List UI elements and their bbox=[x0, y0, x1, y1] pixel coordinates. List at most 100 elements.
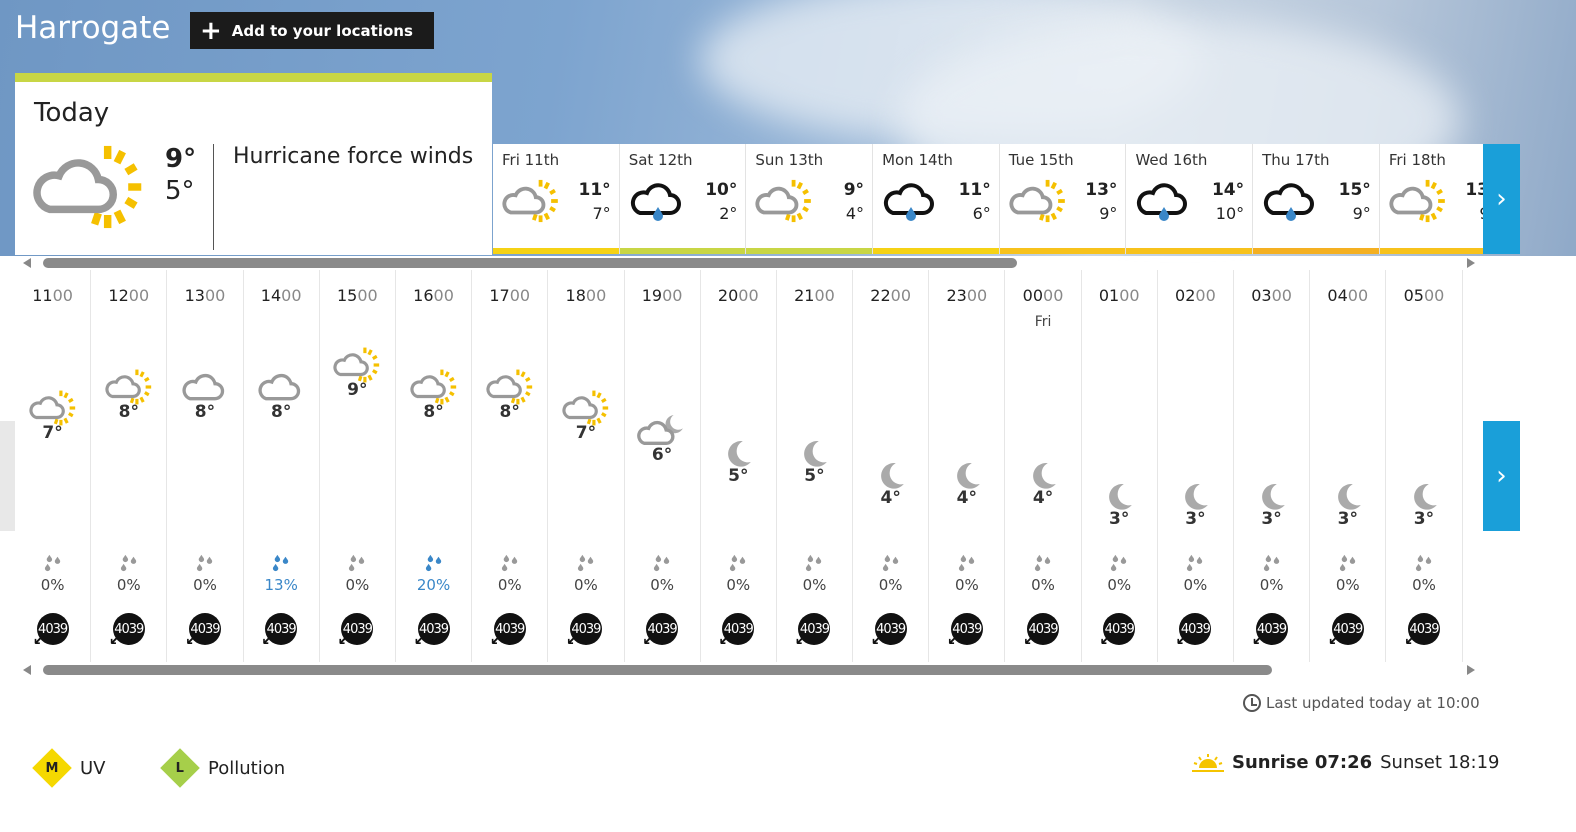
day-name: Thu 17th bbox=[1262, 151, 1330, 169]
days-scrollbar[interactable] bbox=[15, 256, 1483, 270]
hours-scrollbar[interactable] bbox=[15, 663, 1483, 677]
hour-time: 1800 bbox=[565, 286, 607, 305]
rain-chance: 0% bbox=[954, 576, 979, 594]
pollution-badge[interactable]: L Pollution bbox=[160, 748, 285, 788]
day-tab[interactable]: Sun 13th 9° 4° bbox=[746, 144, 874, 254]
hour-column[interactable]: 1100 7° 0% 4039 ↙ bbox=[15, 270, 92, 662]
raindrops-icon bbox=[1184, 554, 1206, 572]
next-days-button[interactable]: › bbox=[1483, 144, 1520, 254]
raindrops-icon bbox=[1108, 554, 1130, 572]
hour-column[interactable]: 1200 8° 0% 4039 ↙ bbox=[91, 270, 168, 662]
rain-cloud-icon bbox=[1134, 178, 1194, 224]
hour-column[interactable]: 2000 5° 0% 4039 ↙ bbox=[701, 270, 777, 662]
prev-hours-button[interactable] bbox=[0, 421, 15, 531]
hour-time: 1200 bbox=[108, 286, 150, 305]
hour-column[interactable]: 0300 3° 0% 4039 ↙ bbox=[1234, 270, 1311, 662]
day-color-bar bbox=[1379, 248, 1483, 254]
day-high: 11° bbox=[578, 180, 611, 200]
day-name: Fri 18th bbox=[1388, 151, 1446, 169]
day-low: 4° bbox=[845, 204, 865, 223]
hour-column[interactable]: 1700 8° 0% 4039 ↙ bbox=[472, 270, 549, 662]
scroll-left-icon[interactable] bbox=[23, 665, 31, 675]
hour-temp: 8° bbox=[499, 401, 520, 422]
day-tab[interactable]: Thu 17th 15° 9° bbox=[1253, 144, 1380, 254]
hour-column[interactable]: 1900 6° 0% 4039 ↙ bbox=[625, 270, 701, 662]
day-color-bar bbox=[999, 248, 1126, 254]
today-low: 5° bbox=[165, 176, 195, 206]
scroll-left-icon[interactable] bbox=[23, 258, 31, 268]
wind-direction-arrow-icon: ↙ bbox=[946, 630, 961, 649]
hour-temp: 5° bbox=[804, 466, 825, 486]
hour-column[interactable]: 1800 7° 0% 4039 ↙ bbox=[548, 270, 625, 662]
day-tab[interactable]: Fri 11th 11° 7° bbox=[493, 144, 620, 254]
day-name: Mon 14th bbox=[882, 151, 953, 169]
day-high: 14° bbox=[1211, 180, 1245, 200]
raindrops-icon bbox=[1261, 554, 1283, 572]
day-high: 9° bbox=[843, 180, 865, 200]
hour-column[interactable]: 1500 9° 0% 4039 ↙ bbox=[320, 270, 396, 662]
rain-chance: 0% bbox=[1107, 576, 1132, 594]
plus-icon: + bbox=[200, 15, 222, 46]
day-high: 13° bbox=[1085, 180, 1118, 200]
today-card[interactable]: Today 9° 5° Hurricane force winds bbox=[15, 73, 492, 255]
hour-time: 2300 bbox=[946, 286, 988, 305]
chevron-right-icon: › bbox=[1496, 184, 1507, 214]
scroll-thumb[interactable] bbox=[43, 665, 1272, 675]
hour-column[interactable]: 0100 3° 0% 4039 ↙ bbox=[1082, 270, 1158, 662]
hour-column[interactable]: 1600 8° 20% 4039 ↙ bbox=[396, 270, 473, 662]
raindrops-icon bbox=[1337, 554, 1359, 572]
day-tab[interactable]: Wed 16th 14° 10° bbox=[1126, 144, 1254, 254]
rain-chance: 0% bbox=[1031, 576, 1055, 594]
cloud-moon-icon bbox=[637, 411, 687, 449]
scroll-right-icon[interactable] bbox=[1467, 665, 1475, 675]
rain-chance: 0% bbox=[1259, 576, 1284, 594]
hour-column[interactable]: 0000 Fri 4° 0% 4039 ↙ bbox=[1005, 270, 1082, 662]
sun-cloud-icon bbox=[104, 368, 154, 406]
day-color-bar bbox=[493, 248, 619, 254]
hour-column[interactable]: 1400 8° 13% 4039 ↙ bbox=[244, 270, 320, 662]
day-name: Sat 12th bbox=[628, 151, 693, 169]
day-tab[interactable]: Fri 18th 13° 9° bbox=[1379, 144, 1483, 254]
day-high: 15° bbox=[1338, 180, 1371, 200]
next-hours-button[interactable]: › bbox=[1483, 421, 1520, 531]
day-high: 13° bbox=[1465, 180, 1483, 200]
raindrops-icon bbox=[880, 554, 902, 572]
day-marker: Fri bbox=[1034, 314, 1052, 330]
hour-column[interactable]: 2300 4° 0% 4039 ↙ bbox=[929, 270, 1006, 662]
wind-direction-arrow-icon: ↙ bbox=[1327, 630, 1342, 649]
hour-column[interactable]: 0200 3° 0% 4039 ↙ bbox=[1158, 270, 1234, 662]
daily-tabs: Fri 11th 11° 7° Sat 12th 10° 2° Sun 13th… bbox=[493, 144, 1483, 254]
wind-direction-arrow-icon: ↙ bbox=[108, 630, 123, 649]
rain-chance: 0% bbox=[193, 576, 217, 594]
day-low: 10° bbox=[1215, 204, 1245, 223]
raindrops-icon bbox=[1413, 554, 1435, 572]
hour-time: 2000 bbox=[717, 286, 759, 305]
day-color-bar bbox=[619, 248, 746, 254]
add-to-locations-button[interactable]: + Add to your locations bbox=[190, 12, 434, 49]
day-tab[interactable]: Mon 14th 11° 6° bbox=[873, 144, 1000, 254]
rain-chance: 0% bbox=[650, 576, 674, 594]
hour-time: 1400 bbox=[260, 286, 302, 305]
day-tab[interactable]: Tue 15th 13° 9° bbox=[999, 144, 1127, 254]
scroll-thumb[interactable] bbox=[43, 258, 1017, 268]
day-color-bar bbox=[1126, 248, 1253, 254]
hour-column[interactable]: 2100 5° 0% 4039 ↙ bbox=[777, 270, 854, 662]
rain-cloud-icon bbox=[628, 178, 688, 224]
uv-badge[interactable]: M UV bbox=[32, 748, 106, 788]
sun-cloud-icon bbox=[485, 368, 535, 406]
rain-chance: 13% bbox=[264, 576, 298, 594]
hour-temp: 8° bbox=[118, 401, 139, 422]
day-tab[interactable]: Sat 12th 10° 2° bbox=[619, 144, 747, 254]
sun-cloud-icon bbox=[1388, 178, 1448, 224]
scroll-right-icon[interactable] bbox=[1467, 258, 1475, 268]
hour-temp: 8° bbox=[270, 401, 292, 422]
hour-temp: 8° bbox=[423, 401, 444, 422]
hour-column[interactable]: 1300 8° 0% 4039 ↙ bbox=[167, 270, 244, 662]
today-description: Hurricane force winds bbox=[233, 144, 474, 169]
raindrops-icon bbox=[727, 554, 749, 572]
hour-time: 1600 bbox=[413, 286, 454, 305]
hour-column[interactable]: 0500 3° 0% 4039 ↙ bbox=[1386, 270, 1463, 662]
raindrops-icon bbox=[575, 554, 597, 572]
hour-column[interactable]: 2200 4° 0% 4039 ↙ bbox=[853, 270, 930, 662]
hour-column[interactable]: 0400 3° 0% 4039 ↙ bbox=[1310, 270, 1387, 662]
